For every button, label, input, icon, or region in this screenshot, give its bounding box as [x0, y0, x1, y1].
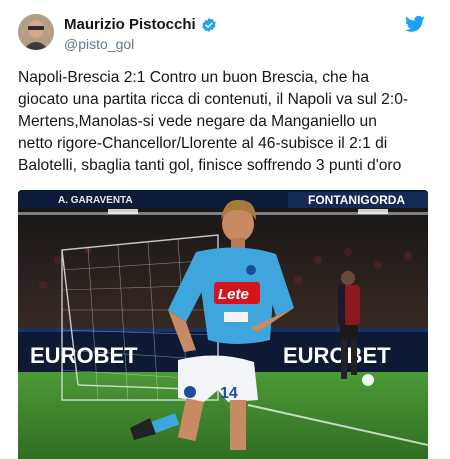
author-avatar[interactable]	[18, 14, 54, 50]
tweet-photo[interactable]: A. GARAVENTA FONTANIGORDA EUROBET EUROBE…	[18, 190, 428, 459]
jersey-sponsor: Lete	[218, 286, 249, 303]
author-name[interactable]: Maurizio Pistocchi	[64, 16, 196, 33]
board-right: EUROBET	[283, 343, 391, 368]
tweet-card: Maurizio Pistocchi @pisto_gol Napoli-Bre…	[0, 0, 450, 459]
board-left: EUROBET	[30, 343, 138, 368]
board-top-right: FONTANIGORDA	[308, 193, 405, 207]
twitter-bird-icon[interactable]	[405, 15, 425, 33]
tweet-text: Napoli-Brescia 2:1 Contro un buon Bresci…	[18, 69, 409, 174]
author-handle[interactable]: @pisto_gol	[64, 36, 134, 52]
football	[362, 374, 374, 386]
author-name-row[interactable]: Maurizio Pistocchi	[64, 16, 217, 33]
jersey-number: 14	[220, 385, 238, 402]
board-top-left: A. GARAVENTA	[58, 195, 133, 206]
verified-badge-icon	[201, 17, 217, 33]
